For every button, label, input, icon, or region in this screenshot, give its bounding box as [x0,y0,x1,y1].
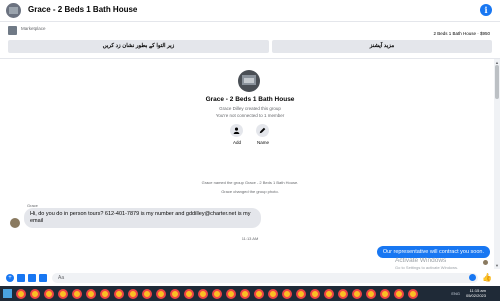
like-icon[interactable]: 👍 [482,273,492,282]
chrome-icon[interactable] [128,289,138,299]
divider [0,58,500,59]
chrome-icon[interactable] [282,289,292,299]
chrome-icon[interactable] [30,289,40,299]
activation-watermark-title: Activate Windows [395,257,447,264]
chrome-icon[interactable] [296,289,306,299]
scroll-down-icon[interactable]: ▼ [495,263,499,268]
plus-icon[interactable]: + [6,274,14,282]
scrollbar-thumb[interactable] [495,65,499,99]
rename-group-button[interactable] [256,124,269,137]
chrome-icon[interactable] [212,289,222,299]
system-message: Grace named the group Grace - 2 Beds 1 B… [201,180,299,185]
listing-summary[interactable]: 2 Beds 1 Bath House · $950 [433,31,490,36]
chrome-icon[interactable] [86,289,96,299]
chat-title[interactable]: Grace - 2 Beds 1 Bath House [28,5,137,14]
message-timestamp: 11:13 AM [241,236,259,241]
connection-text: You're not connected to 1 member [215,113,285,118]
chrome-icon[interactable] [184,289,194,299]
chrome-icon[interactable] [380,289,390,299]
message-input[interactable] [52,273,478,283]
group-avatar[interactable] [6,3,21,18]
emoji-icon[interactable] [469,274,476,281]
chrome-icon[interactable] [268,289,278,299]
chrome-icon[interactable] [198,289,208,299]
system-message: Grace changed the group photo. [221,189,279,194]
chat-header: Grace - 2 Beds 1 Bath House i [0,0,500,22]
pencil-icon [259,127,266,134]
chrome-icon[interactable] [16,289,26,299]
gif-icon[interactable] [39,274,47,282]
chrome-icon[interactable] [72,289,82,299]
group-photo [238,70,260,92]
composer: + 👍 [0,270,500,285]
chrome-icon[interactable] [254,289,264,299]
group-created-text: Grace Dilley created this group [219,106,281,111]
mark-pending-button[interactable]: زیر التوا کے بطور نشان زد کریں [8,40,269,53]
chrome-icon[interactable] [408,289,418,299]
read-receipt-avatar [483,260,488,265]
chrome-icon[interactable] [352,289,362,299]
start-icon[interactable] [3,289,12,298]
chrome-icon[interactable] [226,289,236,299]
add-member-button[interactable] [230,124,243,137]
sticker-icon[interactable] [28,274,36,282]
incoming-message[interactable]: Hi, do you do in person tours? 612-401-7… [24,208,261,228]
add-person-icon [233,127,240,134]
chrome-icon[interactable] [310,289,320,299]
marketplace-label: Marketplace [21,26,46,31]
marketplace-bar: Marketplace 2 Beds 1 Bath House · $950 [0,22,500,38]
sender-avatar[interactable] [10,218,20,228]
group-name: Grace - 2 Beds 1 Bath House [205,96,295,103]
info-icon[interactable]: i [480,4,492,16]
chrome-icon[interactable] [58,289,68,299]
chrome-icon[interactable] [170,289,180,299]
chrome-icon[interactable] [114,289,124,299]
chrome-icon[interactable] [156,289,166,299]
chrome-icon[interactable] [100,289,110,299]
image-icon[interactable] [17,274,25,282]
name-label: Name [256,140,269,145]
language-indicator[interactable]: ENG [451,291,460,296]
windows-taskbar: ENG 11:15 am 05/02/2023 [0,286,500,301]
chrome-icon[interactable] [240,289,250,299]
listing-actions: زیر التوا کے بطور نشان زد کریں مزید آپشن… [8,40,492,53]
listing-thumbnail[interactable] [8,26,17,35]
clock-date: 05/02/2023 [465,293,486,298]
chrome-icon[interactable] [338,289,348,299]
chrome-icon[interactable] [366,289,376,299]
chrome-icon[interactable] [324,289,334,299]
chrome-icon[interactable] [44,289,54,299]
chrome-icon[interactable] [394,289,404,299]
taskbar-clock[interactable]: 11:15 am 05/02/2023 [466,288,486,298]
chrome-icon[interactable] [142,289,152,299]
more-options-button[interactable]: مزید آپشنز [272,40,492,53]
